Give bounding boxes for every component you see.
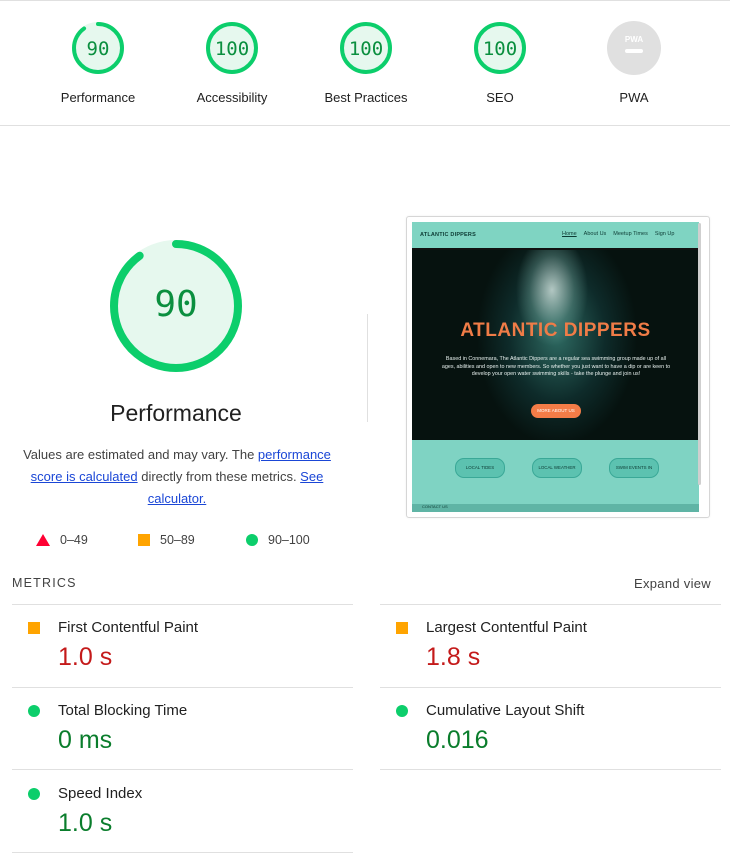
- pwa-icon: PWA: [607, 21, 661, 75]
- thumb-pill-events: SWIM EVENTS IN: [609, 458, 659, 478]
- performance-score: 90: [87, 38, 110, 60]
- seo-gauge: 100: [474, 22, 526, 74]
- triangle-icon: [36, 534, 50, 546]
- seo-label: SEO: [486, 90, 514, 105]
- thumb-nav-meetup: Meetup Times: [613, 231, 648, 237]
- pwa-badge-text: PWA: [625, 35, 643, 44]
- thumb-pill-tides: LOCAL TIDES: [455, 458, 505, 478]
- performance-description: Values are estimated and may vary. The p…: [12, 444, 342, 510]
- category-scores: 90 Performance 100 Accessibility 100 Bes…: [0, 0, 730, 126]
- thumb-footer: CONTACT US: [412, 504, 699, 512]
- metric-lcp-title: Largest Contentful Paint: [426, 619, 587, 636]
- legend-average: 50–89: [138, 533, 195, 547]
- expand-view-toggle[interactable]: Expand view: [634, 576, 711, 591]
- thumb-nav-home: Home: [562, 231, 577, 237]
- metric-lcp-value: 1.8 s: [426, 643, 481, 671]
- metric-divider: [380, 687, 721, 688]
- thumb-brand: ATLANTIC DIPPERS: [420, 232, 476, 238]
- metric-divider: [12, 852, 353, 853]
- performance-gauge: 90: [72, 22, 124, 74]
- metric-divider: [380, 604, 721, 605]
- accessibility-score: 100: [215, 38, 249, 60]
- square-icon: [138, 534, 150, 546]
- metric-divider: [12, 769, 353, 770]
- metric-cls-title: Cumulative Layout Shift: [426, 702, 585, 719]
- legend-fail: 0–49: [36, 533, 88, 547]
- circle-icon: [28, 788, 40, 800]
- metric-tbt-title: Total Blocking Time: [58, 702, 188, 719]
- metric-fcp-value: 1.0 s: [58, 643, 113, 671]
- metric-si-title: Speed Index: [58, 785, 143, 802]
- score-pwa[interactable]: PWA PWA: [564, 20, 704, 105]
- desc-middle: directly from these metrics.: [137, 469, 301, 484]
- best-practices-gauge: 100: [340, 22, 392, 74]
- metric-si-value: 1.0 s: [58, 809, 113, 837]
- seo-score: 100: [483, 38, 517, 60]
- accessibility-label: Accessibility: [196, 90, 268, 105]
- performance-big-gauge: 90: [110, 240, 242, 372]
- circle-icon: [396, 705, 408, 717]
- metric-fcp-title: First Contentful Paint: [58, 619, 199, 636]
- metric-divider: [12, 687, 353, 688]
- pwa-label: PWA: [619, 90, 649, 105]
- thumb-pill-weather: LOCAL WEATHER: [532, 458, 582, 478]
- pwa-dash: [625, 49, 643, 53]
- thumb-nav-about: About Us: [583, 231, 607, 237]
- final-screenshot[interactable]: ATLANTIC DIPPERS Home About Us Meetup Ti…: [406, 216, 710, 518]
- screenshot-content: ATLANTIC DIPPERS Home About Us Meetup Ti…: [412, 222, 699, 512]
- thumb-nav-links: Home About Us Meetup Times Sign Up: [562, 231, 674, 237]
- performance-title: Performance: [110, 400, 242, 426]
- legend-fail-label: 0–49: [60, 533, 88, 547]
- metric-tbt-value: 0 ms: [58, 726, 113, 754]
- performance-label: Performance: [60, 90, 136, 105]
- desc-prefix: Values are estimated and may vary. The: [23, 447, 258, 462]
- thumb-hero-title: ATLANTIC DIPPERS: [460, 320, 651, 341]
- accessibility-gauge: 100: [206, 22, 258, 74]
- circle-icon: [28, 705, 40, 717]
- legend-average-label: 50–89: [160, 533, 195, 547]
- best-practices-label: Best Practices: [324, 90, 408, 105]
- performance-big-score: 90: [154, 284, 197, 325]
- best-practices-score: 100: [349, 38, 383, 60]
- score-seo[interactable]: 100 SEO: [430, 20, 570, 105]
- thumb-links-row: LOCAL TIDES LOCAL WEATHER SWIM EVENTS IN: [412, 458, 699, 478]
- legend-pass-label: 90–100: [268, 533, 310, 547]
- score-performance[interactable]: 90 Performance: [28, 20, 168, 105]
- legend-pass: 90–100: [246, 533, 310, 547]
- thumb-more-button: MORE ABOUT US: [531, 404, 581, 418]
- metrics-header: METRICS: [12, 576, 77, 590]
- thumb-nav-signup: Sign Up: [654, 231, 675, 237]
- metric-divider: [12, 604, 353, 605]
- square-icon: [396, 622, 408, 634]
- score-best-practices[interactable]: 100 Best Practices: [296, 20, 436, 105]
- vertical-divider: [367, 314, 368, 422]
- thumb-scrollbar: [698, 223, 701, 485]
- metric-cls-value: 0.016: [426, 726, 489, 754]
- square-icon: [28, 622, 40, 634]
- metric-divider: [380, 769, 721, 770]
- circle-icon: [246, 534, 258, 546]
- thumb-hero-text: Based in Connemara, The Atlantic Dippers…: [441, 356, 671, 377]
- score-accessibility[interactable]: 100 Accessibility: [162, 20, 302, 105]
- thumb-hero-image: ATLANTIC DIPPERS Based in Connemara, The…: [412, 250, 699, 440]
- thumb-navbar: ATLANTIC DIPPERS Home About Us Meetup Ti…: [412, 222, 699, 250]
